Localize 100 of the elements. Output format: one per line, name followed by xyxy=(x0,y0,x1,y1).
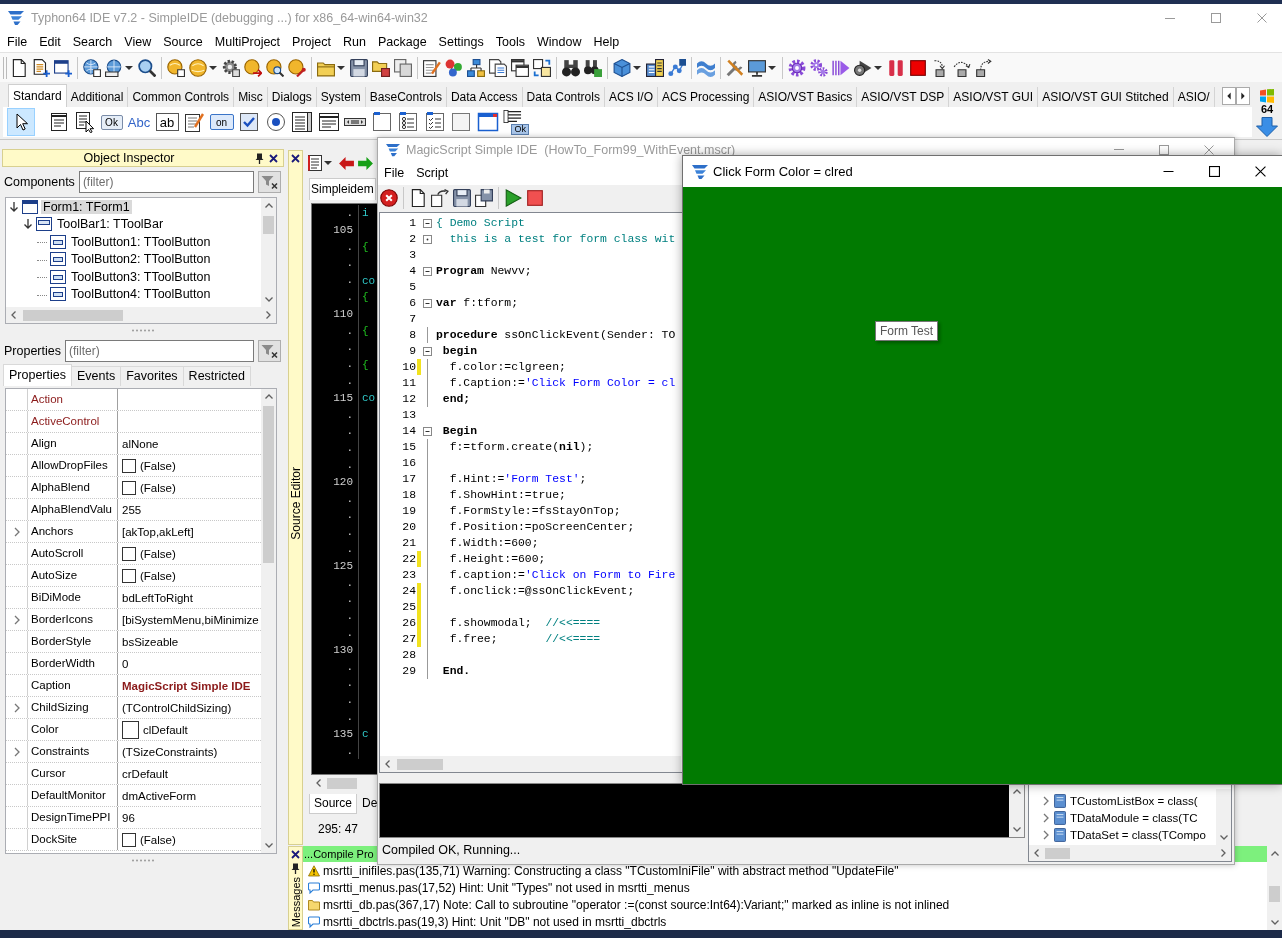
filter-field[interactable]: (filter) xyxy=(65,340,254,362)
hierarchy-icon[interactable] xyxy=(467,58,485,77)
label-tool[interactable]: Abc xyxy=(127,113,151,131)
tools-icon[interactable] xyxy=(726,58,744,77)
sphere-icon[interactable] xyxy=(189,58,207,77)
radio-button-icon[interactable] xyxy=(264,111,287,133)
gear-icon[interactable] xyxy=(788,58,806,77)
down-arrow-icon[interactable] xyxy=(9,201,19,212)
menu-item[interactable]: Script xyxy=(410,166,455,180)
message-item[interactable]: msrtti_dbctrls.pas(19,3) Hint: Unit "DB" not used in msrtti_dbctrls xyxy=(323,914,667,929)
pin-icon[interactable] xyxy=(291,863,300,874)
caret-icon[interactable] xyxy=(874,65,882,70)
new-page-icon[interactable] xyxy=(10,58,28,77)
fold-minus-icon[interactable] xyxy=(423,266,432,276)
molecule-icon[interactable] xyxy=(445,58,463,77)
menu-item[interactable]: Package xyxy=(371,35,433,49)
checkbox[interactable] xyxy=(122,568,136,583)
caret-icon[interactable] xyxy=(209,65,217,70)
close-icon[interactable] xyxy=(1255,166,1266,177)
toggle-tool[interactable]: on xyxy=(209,114,234,130)
tree-item[interactable]: ToolButton1: TToolButton xyxy=(69,234,213,249)
close-icon[interactable] xyxy=(291,850,300,859)
menu-item[interactable]: File xyxy=(1,35,34,49)
vertical-scrollbar[interactable] xyxy=(1216,789,1231,845)
splitter-grip-icon[interactable] xyxy=(132,858,154,862)
monitor-icon[interactable] xyxy=(748,58,766,77)
caret-icon[interactable] xyxy=(125,65,133,70)
horizontal-scrollbar[interactable] xyxy=(1029,845,1231,861)
tree-item[interactable]: TCustomListBox = class( xyxy=(1070,794,1198,807)
chevron-right-icon[interactable] xyxy=(1043,812,1049,823)
scroll-thumb[interactable] xyxy=(263,406,274,563)
scroll-thumb[interactable] xyxy=(263,216,274,234)
binoculars-icon[interactable] xyxy=(562,58,580,77)
panel-icon[interactable] xyxy=(450,111,472,133)
scroll-up-icon[interactable] xyxy=(264,394,273,399)
scroll-thumb[interactable] xyxy=(1045,847,1070,859)
chevron-right-icon[interactable] xyxy=(1043,829,1049,840)
property-value[interactable]: (False) xyxy=(140,547,176,560)
menu-item[interactable]: Window xyxy=(530,35,588,49)
property-value[interactable]: 96 xyxy=(122,811,135,824)
pin-icon[interactable] xyxy=(255,152,264,164)
scroll-thumb[interactable] xyxy=(327,777,357,789)
message-item[interactable]: msrtti_db.pas(367,17) Note: Call to subroutine "operator :=(const source:Int64):Variant;" marked as inline is not inlined xyxy=(323,897,950,912)
tree-item[interactable]: TDataModule = class(TC xyxy=(1070,811,1198,824)
stop-circle-icon[interactable] xyxy=(380,189,398,207)
inspector-tab[interactable]: Restricted xyxy=(182,366,251,386)
left-arrow-icon[interactable] xyxy=(339,156,354,170)
inspector-tab[interactable]: Properties xyxy=(3,364,72,386)
down-arrow-icon[interactable] xyxy=(23,219,33,230)
menu-cursor-icon[interactable] xyxy=(74,111,96,133)
menu-item[interactable]: Project xyxy=(286,35,337,49)
checkbox[interactable] xyxy=(122,458,136,473)
group-box-icon[interactable] xyxy=(370,111,393,133)
dock-label[interactable]: Source Editor xyxy=(288,467,303,540)
sphere-page-icon[interactable] xyxy=(167,58,185,77)
frame-window-icon[interactable] xyxy=(476,111,499,133)
property-value[interactable]: crDefault xyxy=(122,767,169,780)
form-client-area[interactable]: Form Test xyxy=(683,187,1282,784)
building-icon[interactable] xyxy=(646,58,664,77)
gears-icon[interactable] xyxy=(810,58,828,77)
expand-chevron-icon[interactable] xyxy=(13,526,20,537)
scroll-thumb[interactable] xyxy=(1269,886,1280,902)
maximize-icon[interactable] xyxy=(1209,166,1220,177)
caret-icon[interactable] xyxy=(324,161,332,165)
fold-minus-icon[interactable] xyxy=(423,426,432,436)
menu-item[interactable]: Tools xyxy=(489,35,531,49)
property-value[interactable]: MagicScript Simple IDE xyxy=(122,679,251,692)
nodes-icon[interactable] xyxy=(668,58,686,77)
list-page-icon[interactable] xyxy=(308,155,322,171)
vertical-scrollbar[interactable] xyxy=(261,389,276,853)
property-value[interactable]: [akTop,akLeft] xyxy=(122,525,194,538)
stop-icon[interactable] xyxy=(909,58,927,77)
property-value[interactable]: clDefault xyxy=(143,723,188,736)
caret-icon[interactable] xyxy=(337,65,345,70)
radio-group-icon[interactable] xyxy=(397,111,419,133)
close-icon[interactable] xyxy=(269,153,278,163)
scroll-thumb[interactable] xyxy=(397,758,443,770)
property-value[interactable]: [biSystemMenu,biMinimize xyxy=(122,613,259,626)
expand-chevron-icon[interactable] xyxy=(13,746,20,757)
menu-item[interactable]: View xyxy=(118,35,158,49)
scroll-up-icon[interactable] xyxy=(1012,789,1021,794)
dock-tab[interactable]: Source Editor xyxy=(288,150,303,845)
scroll-up-icon[interactable] xyxy=(264,203,273,208)
tree-item[interactable]: ToolBar1: TToolBar xyxy=(55,217,166,232)
clear-filter-icon[interactable] xyxy=(258,340,281,362)
property-value[interactable]: bsSizeable xyxy=(122,635,179,648)
message-item[interactable]: msrtti_menus.pas(17,52) Hint: Unit "Types" not used in msrtti_menus xyxy=(323,880,690,895)
close-icon[interactable] xyxy=(291,154,300,163)
menu-item[interactable]: Search xyxy=(66,35,119,49)
editor-view-tab[interactable]: De xyxy=(357,794,378,813)
splitter-grip-icon[interactable] xyxy=(132,328,154,332)
message-item[interactable]: msrtti_inifiles.pas(135,71) Warning: Constructing a class "TCustomIniFile" with abstract method "UpdateFile" xyxy=(323,863,899,878)
page-lines-plus-icon[interactable] xyxy=(32,58,50,77)
clear-filter-icon[interactable] xyxy=(258,171,281,193)
menu-item[interactable]: Settings xyxy=(432,35,490,49)
expand-chevron-icon[interactable] xyxy=(13,702,20,713)
minimize-icon[interactable] xyxy=(1163,171,1174,172)
property-value[interactable]: 255 xyxy=(122,503,142,516)
globe-icon[interactable] xyxy=(105,58,123,77)
palette-tab[interactable]: Standard xyxy=(8,84,67,107)
